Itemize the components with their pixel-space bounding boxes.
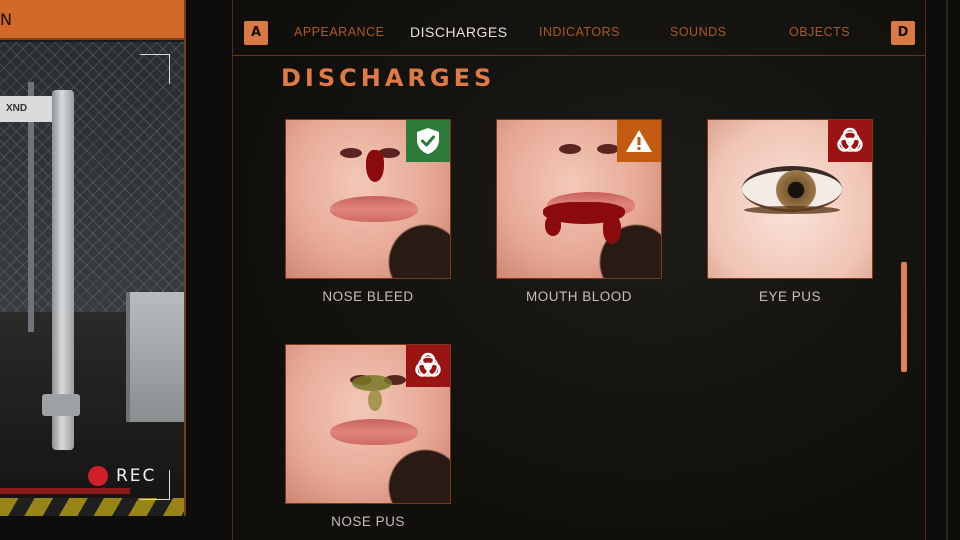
card-thumbnail — [285, 344, 451, 504]
card-thumbnail — [285, 119, 451, 279]
nostril — [597, 144, 619, 154]
card-mouth-blood[interactable]: MOUTH BLOOD — [496, 119, 662, 304]
card-label: NOSE PUS — [331, 514, 405, 529]
card-label: NOSE BLEED — [322, 289, 414, 304]
tab-discharges[interactable]: DISCHARGES — [410, 24, 508, 40]
lips — [330, 196, 418, 222]
camera-title-text: N — [0, 10, 12, 29]
blood-drip — [603, 216, 621, 244]
red-floor-line — [0, 488, 130, 494]
scrollbar-thumb[interactable] — [901, 262, 907, 372]
tab-objects[interactable]: OBJECTS — [789, 25, 850, 39]
camera-feed-panel: N XND REC — [0, 0, 186, 516]
biohazard-icon — [828, 120, 872, 162]
next-tab-key-hint[interactable]: D — [891, 21, 915, 45]
card-label: MOUTH BLOOD — [525, 289, 632, 304]
card-nose-bleed[interactable]: NOSE BLEED — [285, 119, 451, 304]
blood-drip — [545, 216, 561, 236]
prev-tab-key-hint[interactable]: A — [244, 21, 268, 45]
viewfinder-corner-top-right — [140, 54, 170, 84]
card-eye-pus[interactable]: EYE PUS — [707, 119, 873, 304]
section-title: DISCHARGES — [281, 64, 496, 92]
biohazard-icon — [406, 345, 450, 387]
nostril — [340, 148, 362, 158]
shield-check-icon — [406, 120, 450, 162]
tab-sounds[interactable]: SOUNDS — [670, 25, 726, 39]
blood-drip — [366, 150, 384, 182]
rec-label: REC — [116, 466, 157, 486]
eye-discharge — [744, 206, 840, 214]
tab-indicators[interactable]: INDICATORS — [539, 25, 620, 39]
camera-title-bar: N — [0, 0, 184, 40]
pus-drip — [368, 389, 382, 411]
outer-frame-edge — [946, 0, 948, 540]
symptoms-panel: A APPEARANCE DISCHARGES INDICATORS SOUND… — [232, 0, 926, 540]
camera-scene: XND — [0, 42, 184, 516]
tab-bar: A APPEARANCE DISCHARGES INDICATORS SOUND… — [233, 0, 925, 56]
nostril — [559, 144, 581, 154]
rec-dot-icon — [88, 466, 108, 486]
card-thumbnail — [496, 119, 662, 279]
warning-icon — [617, 120, 661, 162]
scanner-sign: XND — [0, 96, 58, 122]
hazard-stripes — [0, 498, 184, 516]
rec-indicator: REC — [88, 466, 156, 486]
lips — [330, 419, 418, 445]
card-thumbnail — [707, 119, 873, 279]
card-nose-pus[interactable]: NOSE PUS — [285, 344, 451, 529]
card-label: EYE PUS — [758, 289, 822, 304]
iris — [776, 170, 816, 210]
equipment-box — [126, 292, 184, 422]
tab-appearance[interactable]: APPEARANCE — [294, 25, 384, 39]
scanner-pole-base — [42, 394, 80, 416]
